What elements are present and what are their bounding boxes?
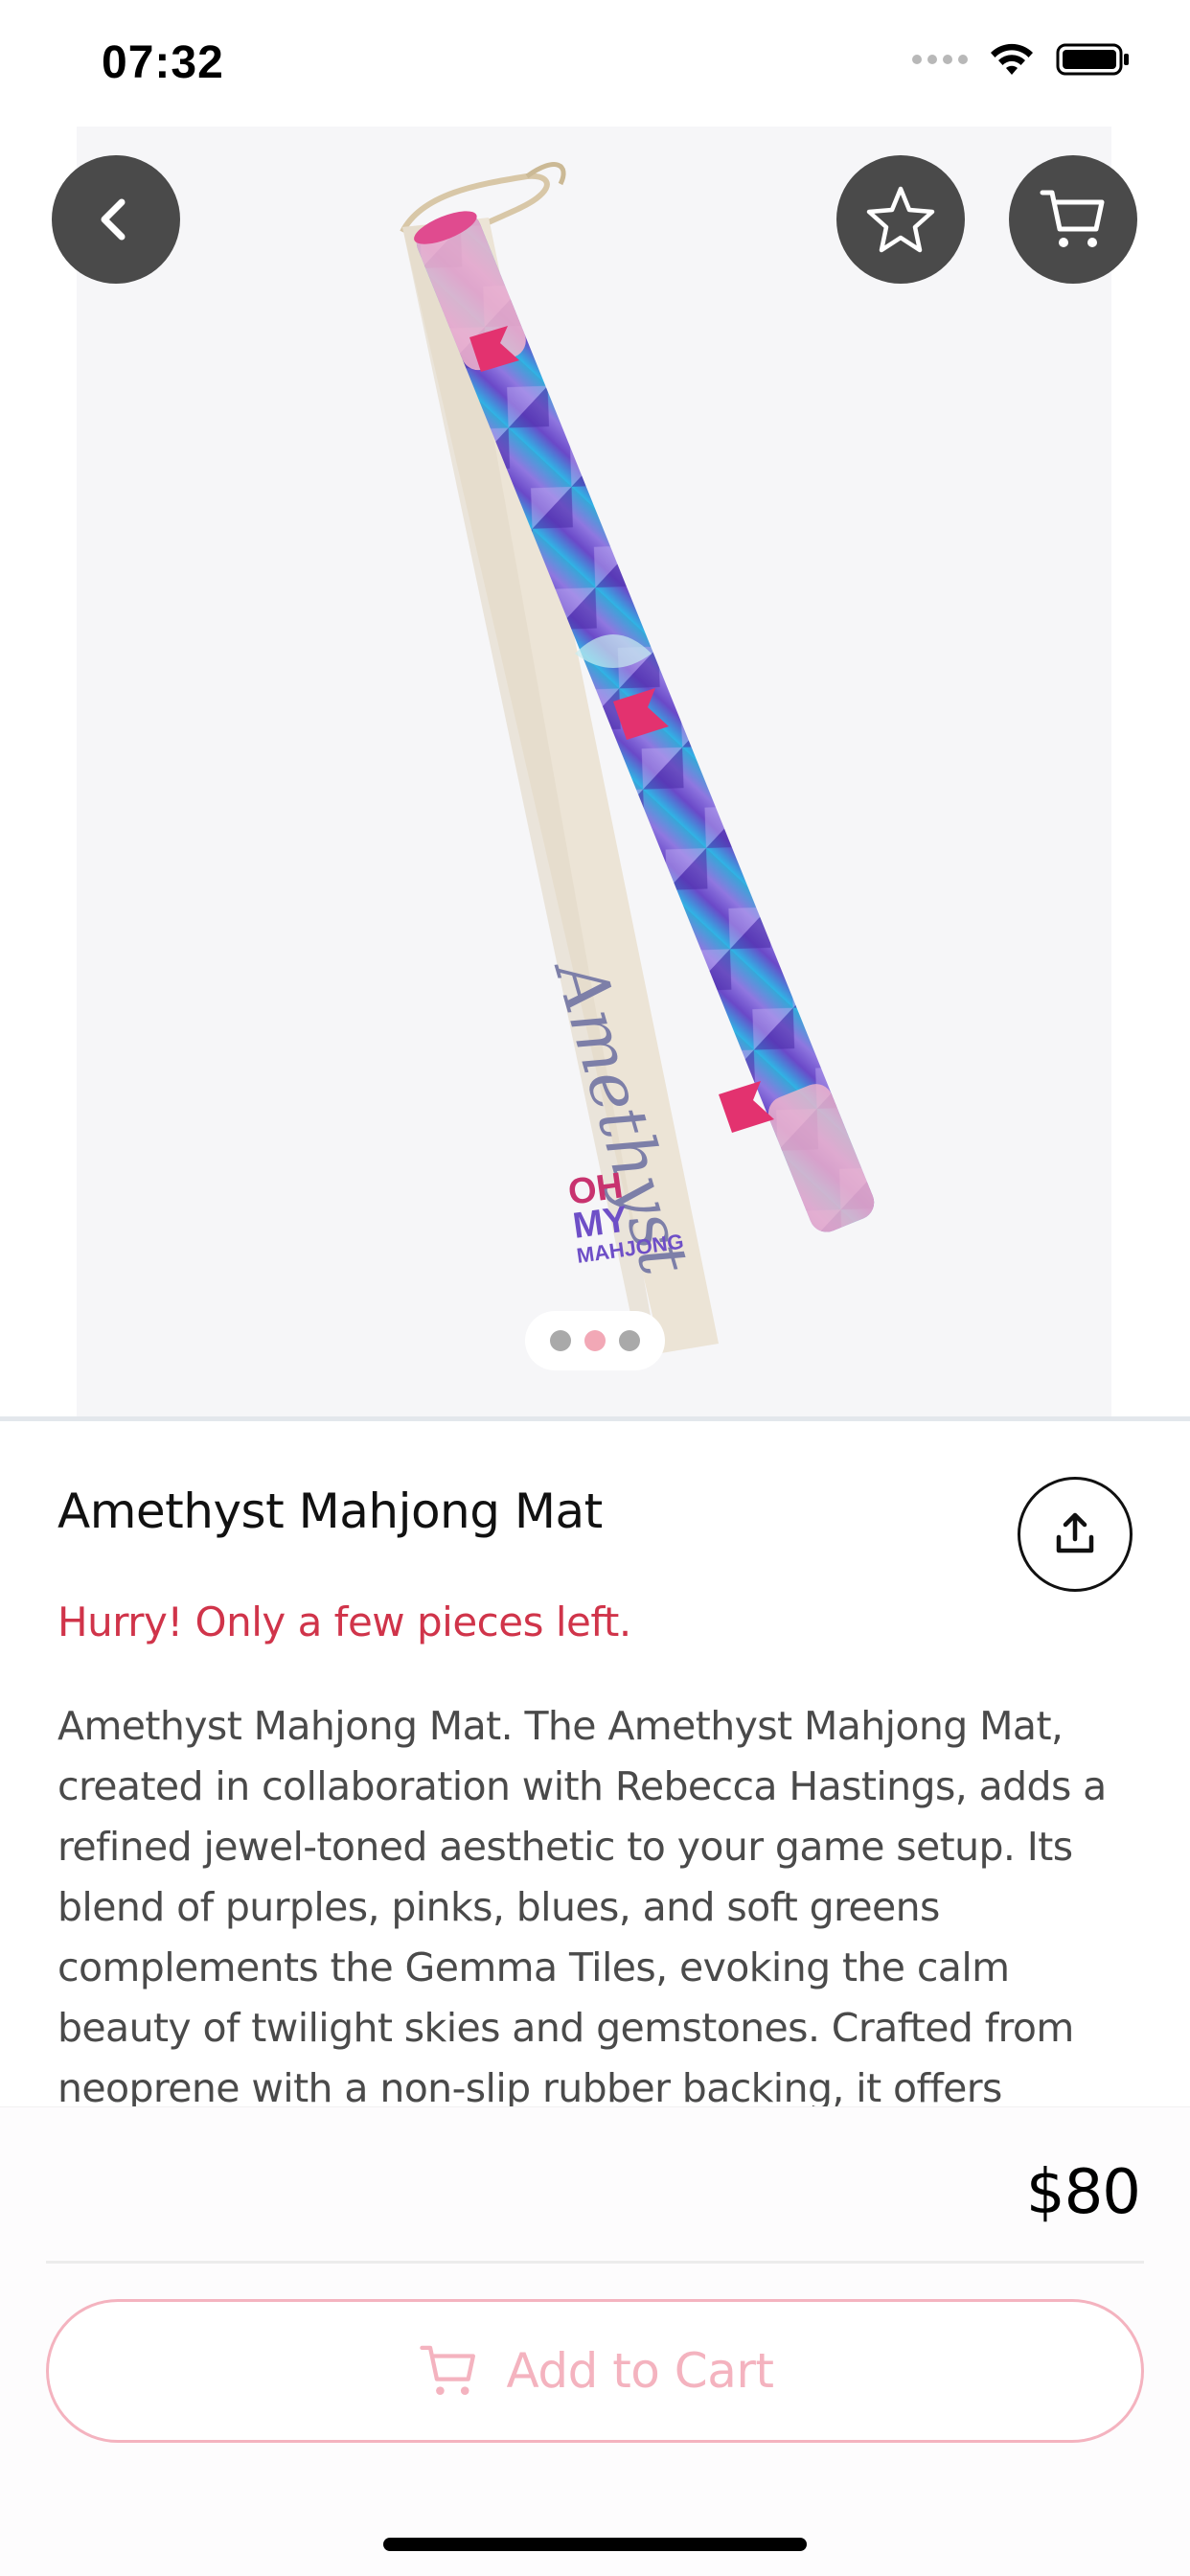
cart-icon (1040, 190, 1105, 247)
stock-warning: Hurry! Only a few pieces left. (57, 1598, 631, 1645)
status-bar: 07:32 (0, 0, 1190, 126)
favorite-button[interactable] (836, 155, 965, 284)
image-pager[interactable] (525, 1311, 665, 1370)
product-illustration: Amethyst OH MY MAHJONG (400, 162, 875, 1353)
share-button[interactable] (1018, 1477, 1133, 1592)
cart-icon (419, 2345, 475, 2395)
chevron-left-icon (101, 198, 126, 241)
cellular-signal-icon (912, 55, 968, 64)
product-image[interactable]: Amethyst OH MY MAHJONG (77, 126, 1111, 1416)
product-price: $80 (1025, 2157, 1141, 2228)
purchase-panel: $80 Add to Cart (0, 2106, 1190, 2576)
status-icons (912, 42, 1131, 77)
product-description: Amethyst Mahjong Mat. The Amethyst Mahjo… (57, 1703, 1107, 2108)
pager-dot-active[interactable] (584, 1330, 606, 1351)
status-time: 07:32 (102, 37, 224, 88)
star-icon (866, 186, 935, 253)
battery-icon (1056, 43, 1129, 76)
product-title: Amethyst Mahjong Mat (57, 1484, 603, 1539)
add-to-cart-button[interactable]: Add to Cart (46, 2299, 1144, 2443)
home-indicator[interactable] (383, 2538, 807, 2551)
add-to-cart-label: Add to Cart (506, 2343, 775, 2399)
pager-dot[interactable] (619, 1330, 640, 1351)
share-icon (1056, 1512, 1094, 1553)
cart-button[interactable] (1009, 155, 1137, 284)
back-button[interactable] (52, 155, 180, 284)
wifi-icon (991, 43, 1033, 75)
divider (0, 1416, 1190, 1421)
pager-dot[interactable] (550, 1330, 571, 1351)
divider (46, 2261, 1144, 2264)
